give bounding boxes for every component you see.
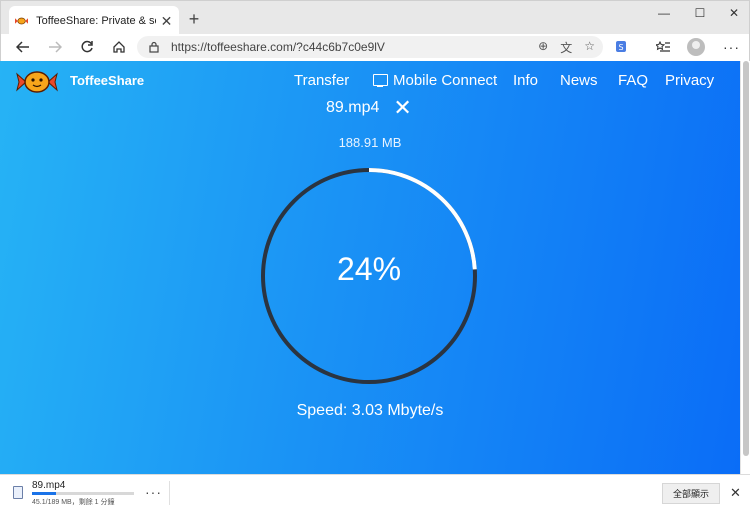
file-icon <box>13 486 23 499</box>
cancel-transfer-icon[interactable]: ✕ <box>393 97 411 119</box>
minimize-button[interactable]: — <box>652 6 676 20</box>
url-text: https://toffeeshare.com/?c44c6b7c0e9lV <box>171 40 385 54</box>
profile-avatar[interactable] <box>687 38 705 56</box>
nav-mobile-connect[interactable]: Mobile Connect <box>372 72 497 89</box>
lock-icon <box>149 41 159 53</box>
maximize-button[interactable]: ☐ <box>688 6 712 20</box>
translate-icon[interactable]: 文 <box>560 39 572 56</box>
monitor-icon <box>372 73 388 88</box>
download-file-name[interactable]: 89.mp4 <box>32 480 65 491</box>
new-tab-button[interactable]: + <box>185 10 203 28</box>
window-close-button[interactable]: ✕ <box>722 6 746 20</box>
download-progress-fill <box>32 492 57 495</box>
address-bar[interactable]: https://toffeeshare.com/?c44c6b7c0e9lV ⊕… <box>137 36 603 58</box>
nav-transfer[interactable]: Transfer <box>294 72 349 89</box>
page-scrollbar[interactable] <box>740 61 750 474</box>
download-shelf: 89.mp4 45.1/189 MB，剩餘 1 分鐘 ··· 全部顯示 ✕ <box>0 474 750 510</box>
download-more-icon[interactable]: ··· <box>145 484 162 500</box>
nav-news[interactable]: News <box>560 72 598 89</box>
tab-close-icon[interactable]: ✕ <box>160 14 173 28</box>
forward-icon[interactable] <box>45 38 65 56</box>
file-name: 89.mp4 <box>326 99 380 116</box>
add-icon[interactable]: ⊕ <box>538 39 548 56</box>
nav-faq[interactable]: FAQ <box>618 72 648 89</box>
nav-privacy[interactable]: Privacy <box>665 72 714 89</box>
divider <box>169 481 170 505</box>
toffeeshare-page: ToffeeShare Transfer Mobile Connect Info… <box>0 61 750 474</box>
download-progress-bar <box>32 492 134 495</box>
extension-icon[interactable]: S <box>613 38 633 56</box>
progress-percent: 24% <box>336 251 402 287</box>
scrollbar-thumb[interactable] <box>743 61 749 456</box>
show-all-button[interactable]: 全部顯示 <box>662 483 720 504</box>
download-status: 45.1/189 MB，剩餘 1 分鐘 <box>32 499 115 506</box>
back-icon[interactable] <box>13 38 33 56</box>
brand-name[interactable]: ToffeeShare <box>70 73 144 88</box>
tab-title: ToffeeShare: Private & secure file shari… <box>36 14 156 27</box>
more-menu-icon[interactable]: ··· <box>723 39 740 55</box>
toffee-favicon-icon <box>15 17 29 24</box>
title-bar: ToffeeShare: Private & secure file shari… <box>0 0 750 35</box>
browser-tab[interactable]: ToffeeShare: Private & secure file shari… <box>9 6 179 35</box>
shelf-close-icon[interactable]: ✕ <box>730 485 741 501</box>
favorites-list-icon[interactable] <box>653 38 673 56</box>
toffee-logo-icon[interactable] <box>16 69 58 95</box>
svg-text:S: S <box>618 43 623 52</box>
browser-toolbar: https://toffeeshare.com/?c44c6b7c0e9lV ⊕… <box>0 34 750 61</box>
transfer-speed: Speed: 3.03 Mbyte/s <box>296 402 444 419</box>
home-icon[interactable] <box>109 38 129 56</box>
favorite-star-icon[interactable]: ☆ <box>584 39 595 56</box>
file-header: 89.mp4 ✕ <box>326 97 412 119</box>
nav-mobile-connect-label: Mobile Connect <box>393 72 498 89</box>
nav-info[interactable]: Info <box>513 72 538 89</box>
reload-icon[interactable] <box>77 38 97 56</box>
file-size: 188.91 MB <box>338 135 402 150</box>
